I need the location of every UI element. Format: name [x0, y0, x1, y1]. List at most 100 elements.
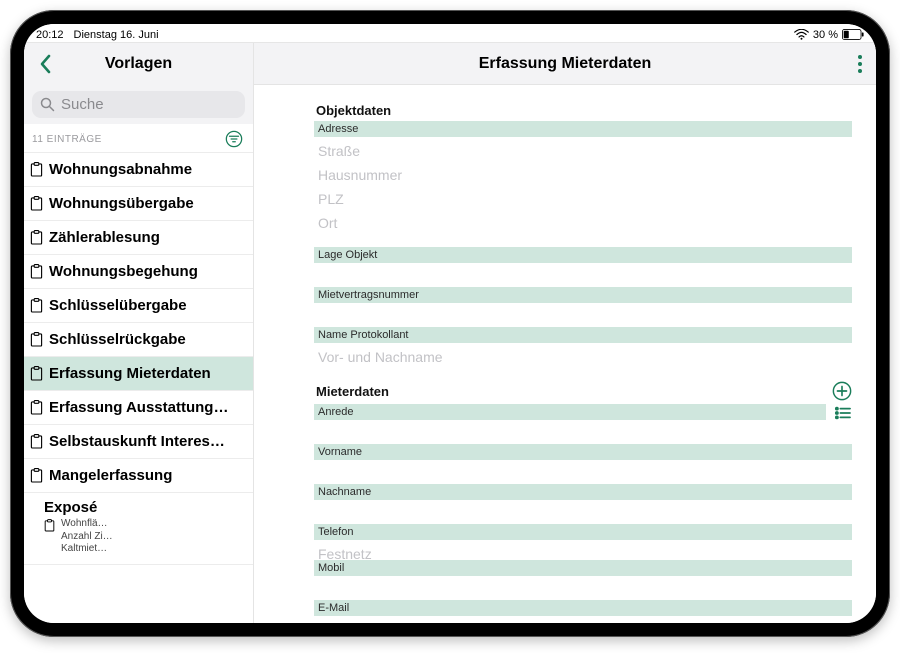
- group-adresse: Adresse Straße Hausnummer PLZ Ort: [314, 121, 852, 233]
- input-mietvertrag[interactable]: [314, 303, 852, 313]
- search-icon: [40, 97, 55, 112]
- filter-button[interactable]: [225, 130, 243, 148]
- clipboard-icon: [30, 162, 43, 177]
- label-lage: Lage Objekt: [314, 247, 852, 263]
- group-nachname: Nachname: [314, 484, 852, 510]
- sidebar-item-zaehlerablesung[interactable]: Zählerablesung: [24, 221, 253, 255]
- sidebar-item-label: Wohnungsübergabe: [49, 195, 194, 212]
- input-lage[interactable]: [314, 263, 852, 273]
- clipboard-icon: [30, 332, 43, 347]
- clipboard-icon: [30, 298, 43, 313]
- sidebar-item-schluesselrueckgabe[interactable]: Schlüsselrückgabe: [24, 323, 253, 357]
- battery-icon: [842, 29, 864, 40]
- entry-count-label: 11 EINTRÄGE: [32, 134, 102, 145]
- template-list[interactable]: Wohnungsabnahme Wohnungsübergabe Zählera…: [24, 153, 253, 623]
- more-menu-button[interactable]: [858, 55, 862, 73]
- label-anrede: Anrede: [314, 404, 826, 420]
- input-anrede[interactable]: [314, 420, 852, 430]
- label-email: E-Mail: [314, 600, 852, 616]
- input-hausnummer[interactable]: Hausnummer: [314, 161, 852, 185]
- clipboard-icon: [30, 366, 43, 381]
- sidebar-item-label: Zählerablesung: [49, 229, 160, 246]
- sidebar-item-label: Exposé: [44, 499, 97, 516]
- sidebar-item-erfassung-ausstattung[interactable]: Erfassung Ausstattung…: [24, 391, 253, 425]
- select-list-button[interactable]: [834, 406, 852, 425]
- sidebar-item-wohnungsbegehung[interactable]: Wohnungsbegehung: [24, 255, 253, 289]
- entry-count-row: 11 EINTRÄGE: [24, 124, 253, 153]
- ipad-frame: 20:12 Dienstag 16. Juni 30 %: [10, 10, 890, 637]
- sidebar: Vorlagen Suche 11 EINTRÄGE: [24, 43, 254, 623]
- back-button[interactable]: [34, 52, 58, 76]
- clipboard-icon: [44, 519, 55, 532]
- main-header: Erfassung Mieterdaten: [254, 43, 876, 85]
- status-bar: 20:12 Dienstag 16. Juni 30 %: [24, 24, 876, 42]
- label-nachname: Nachname: [314, 484, 852, 500]
- group-email: E-Mail: [314, 600, 852, 623]
- group-vorname: Vorname: [314, 444, 852, 470]
- group-anrede: Anrede: [314, 404, 852, 430]
- section-objektdaten-title: Objektdaten: [316, 103, 852, 118]
- search-container: Suche: [24, 85, 253, 124]
- sidebar-item-selbstauskunft[interactable]: Selbstauskunft Interes…: [24, 425, 253, 459]
- expose-sub: Anzahl Zi…: [61, 531, 113, 544]
- app-split: Vorlagen Suche 11 EINTRÄGE: [24, 42, 876, 623]
- add-button[interactable]: [832, 381, 852, 401]
- expose-sub: Kaltmiet…: [61, 543, 113, 556]
- dot-icon: [858, 69, 862, 73]
- label-vorname: Vorname: [314, 444, 852, 460]
- group-mobil: Mobil: [314, 560, 852, 586]
- sidebar-item-label: Wohnungsabnahme: [49, 161, 192, 178]
- sidebar-item-wohnungsabnahme[interactable]: Wohnungsabnahme: [24, 153, 253, 187]
- main-panel: Erfassung Mieterdaten Objektdaten Adress…: [254, 43, 876, 623]
- label-protokollant: Name Protokollant: [314, 327, 852, 343]
- sidebar-item-schluesseluebergabe[interactable]: Schlüsselübergabe: [24, 289, 253, 323]
- sidebar-item-wohnungsuebergabe[interactable]: Wohnungsübergabe: [24, 187, 253, 221]
- label-adresse: Adresse: [314, 121, 852, 137]
- status-time: 20:12: [36, 29, 64, 41]
- sidebar-header: Vorlagen: [24, 43, 253, 85]
- clipboard-icon: [30, 230, 43, 245]
- sidebar-title: Vorlagen: [105, 55, 172, 73]
- form-scroll[interactable]: Objektdaten Adresse Straße Hausnummer PL…: [254, 85, 876, 623]
- sidebar-item-label: Mangelerfassung: [49, 467, 172, 484]
- input-plz[interactable]: PLZ: [314, 185, 852, 209]
- screen: 20:12 Dienstag 16. Juni 30 %: [24, 24, 876, 623]
- sidebar-item-erfassung-mieterdaten[interactable]: Erfassung Mieterdaten: [24, 357, 253, 391]
- group-protokollant: Name Protokollant Vor- und Nachname: [314, 327, 852, 367]
- search-placeholder: Suche: [61, 96, 104, 113]
- input-protokollant[interactable]: Vor- und Nachname: [314, 343, 852, 367]
- sidebar-item-label: Wohnungsbegehung: [49, 263, 198, 280]
- clipboard-icon: [30, 468, 43, 483]
- sidebar-item-label: Selbstauskunft Interes…: [49, 433, 225, 450]
- group-lage: Lage Objekt: [314, 247, 852, 273]
- input-nachname[interactable]: [314, 500, 852, 510]
- status-date: Dienstag 16. Juni: [74, 29, 159, 41]
- dot-icon: [858, 55, 862, 59]
- clipboard-icon: [30, 434, 43, 449]
- input-telefon[interactable]: Festnetz: [314, 540, 852, 558]
- expose-sub-lines: Wohnflä… Anzahl Zi… Kaltmiet…: [61, 518, 113, 556]
- search-input[interactable]: Suche: [32, 91, 245, 118]
- group-mietvertrag: Mietvertragsnummer: [314, 287, 852, 313]
- input-mobil[interactable]: [314, 576, 852, 586]
- clipboard-icon: [30, 196, 43, 211]
- sidebar-item-label: Erfassung Ausstattung…: [49, 399, 228, 416]
- section-mieterdaten-title: Mieterdaten: [316, 381, 852, 401]
- sidebar-item-label: Schlüsselrückgabe: [49, 331, 186, 348]
- clipboard-icon: [30, 264, 43, 279]
- dot-icon: [858, 62, 862, 66]
- sidebar-item-label: Erfassung Mieterdaten: [49, 365, 211, 382]
- section-mieterdaten-label: Mieterdaten: [316, 384, 389, 399]
- wifi-icon: [794, 29, 809, 40]
- input-vorname[interactable]: [314, 460, 852, 470]
- label-telefon: Telefon: [314, 524, 852, 540]
- battery-percent: 30 %: [813, 29, 838, 41]
- group-telefon: Telefon Festnetz: [314, 524, 852, 558]
- sidebar-item-expose[interactable]: Exposé Wohnflä… Anzahl Zi… Kaltmiet…: [24, 493, 253, 565]
- input-strasse[interactable]: Straße: [314, 137, 852, 161]
- label-mobil: Mobil: [314, 560, 852, 576]
- input-ort[interactable]: Ort: [314, 209, 852, 233]
- page-title: Erfassung Mieterdaten: [479, 55, 651, 73]
- sidebar-item-mangelerfassung[interactable]: Mangelerfassung: [24, 459, 253, 493]
- input-email[interactable]: [314, 616, 852, 623]
